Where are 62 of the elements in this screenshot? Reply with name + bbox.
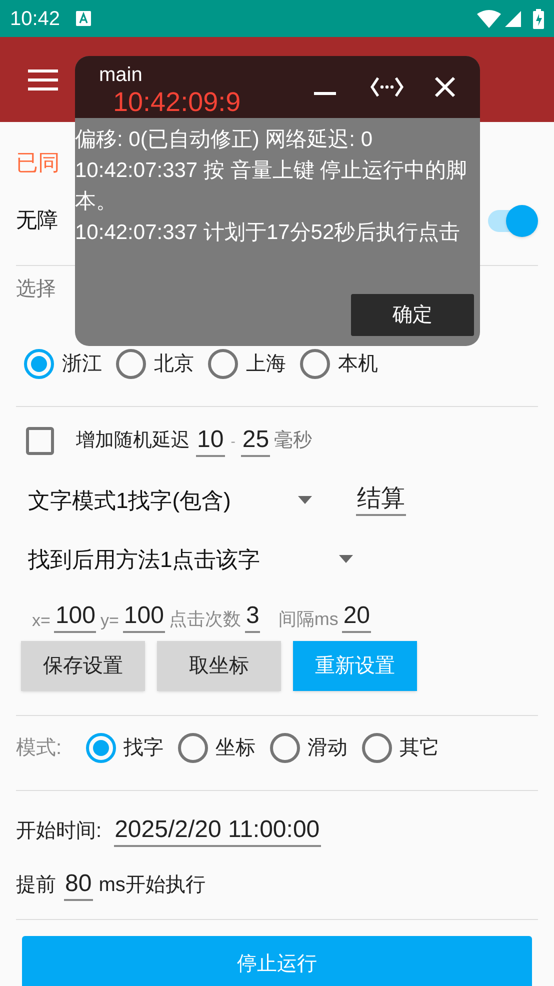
menu-icon[interactable] [28, 68, 58, 90]
click-method-dropdown[interactable]: 找到后用方法1点击该字 [28, 537, 353, 581]
radio-button[interactable] [178, 733, 208, 763]
keyboard-icon [76, 11, 92, 26]
radio-button[interactable] [300, 349, 330, 379]
radio-label: 本机 [338, 352, 378, 377]
start-time-label: 开始时间: [16, 819, 102, 844]
caret-icon [298, 496, 312, 504]
min-delay-field[interactable]: 10 [196, 425, 225, 457]
radio-button[interactable] [116, 349, 146, 379]
radio-button[interactable] [208, 349, 238, 379]
accessibility-label: 无障 [16, 208, 58, 234]
x-label: x= [32, 610, 50, 632]
clock-text: 10:42:09:9 [113, 87, 241, 117]
time-source-label: 选择 [16, 277, 57, 302]
radio-label: 上海 [246, 352, 286, 377]
keyword-field[interactable]: 结算 [356, 484, 406, 516]
status-time: 10:42 [10, 6, 60, 32]
toggle-switch[interactable] [486, 205, 538, 237]
minimize-icon[interactable] [314, 92, 336, 96]
checkbox[interactable] [26, 427, 54, 455]
wifi-icon [477, 10, 501, 28]
sync-message: 已同 [16, 149, 60, 177]
random-delay-label: 增加随机延迟 [76, 428, 190, 453]
advance-field[interactable]: 80 [64, 869, 93, 901]
radio-label: 坐标 [216, 736, 256, 761]
radio-label: 其它 [400, 736, 440, 761]
max-delay-field[interactable]: 25 [241, 425, 270, 457]
radio-button[interactable] [24, 349, 54, 379]
radio-button[interactable] [270, 733, 300, 763]
advance-suffix: ms开始执行 [98, 873, 206, 898]
mode-label: 模式: [16, 736, 62, 761]
action-button[interactable]: 保存设置 [21, 641, 145, 691]
radio-button[interactable] [86, 733, 116, 763]
resize-icon[interactable] [370, 76, 404, 98]
interval-field[interactable]: 20 [342, 601, 372, 633]
action-button[interactable]: 取坐标 [157, 641, 281, 691]
log-line: 10:42:07:337 按 音量上键 停止运行中的脚本。 [75, 158, 468, 215]
start-time-field[interactable]: 2025/2/20 11:00:00 [114, 815, 321, 847]
battery-icon [533, 8, 544, 28]
interval-label: 间隔ms [278, 608, 338, 631]
y-field[interactable]: 100 [122, 601, 165, 633]
log-line: 偏移: 0(已自动修正) 网络延迟: 0 [75, 127, 374, 153]
unit-label: 毫秒 [274, 428, 312, 453]
caret-icon [339, 555, 353, 563]
advance-prefix: 提前 [16, 873, 56, 898]
radio-button[interactable] [362, 733, 392, 763]
range-separator: - [230, 432, 236, 450]
radio-label: 滑动 [308, 736, 348, 761]
radio-label: 北京 [154, 352, 194, 377]
window-title: main [99, 64, 142, 86]
radio-label: 找字 [124, 736, 164, 761]
confirm-button[interactable]: 确定 [351, 294, 474, 336]
x-field[interactable]: 100 [54, 601, 96, 633]
y-label: y= [100, 610, 119, 632]
close-icon[interactable] [434, 76, 456, 98]
click-count-label: 点击次数 [168, 608, 241, 631]
log-line: 10:42:07:337 计划于17分52秒后执行点击 [75, 220, 462, 246]
match-mode-dropdown[interactable]: 文字模式1找字(包含) [28, 484, 318, 516]
radio-label: 浙江 [62, 352, 102, 377]
signal-icon [505, 10, 521, 26]
click-count-field[interactable]: 3 [244, 601, 260, 633]
